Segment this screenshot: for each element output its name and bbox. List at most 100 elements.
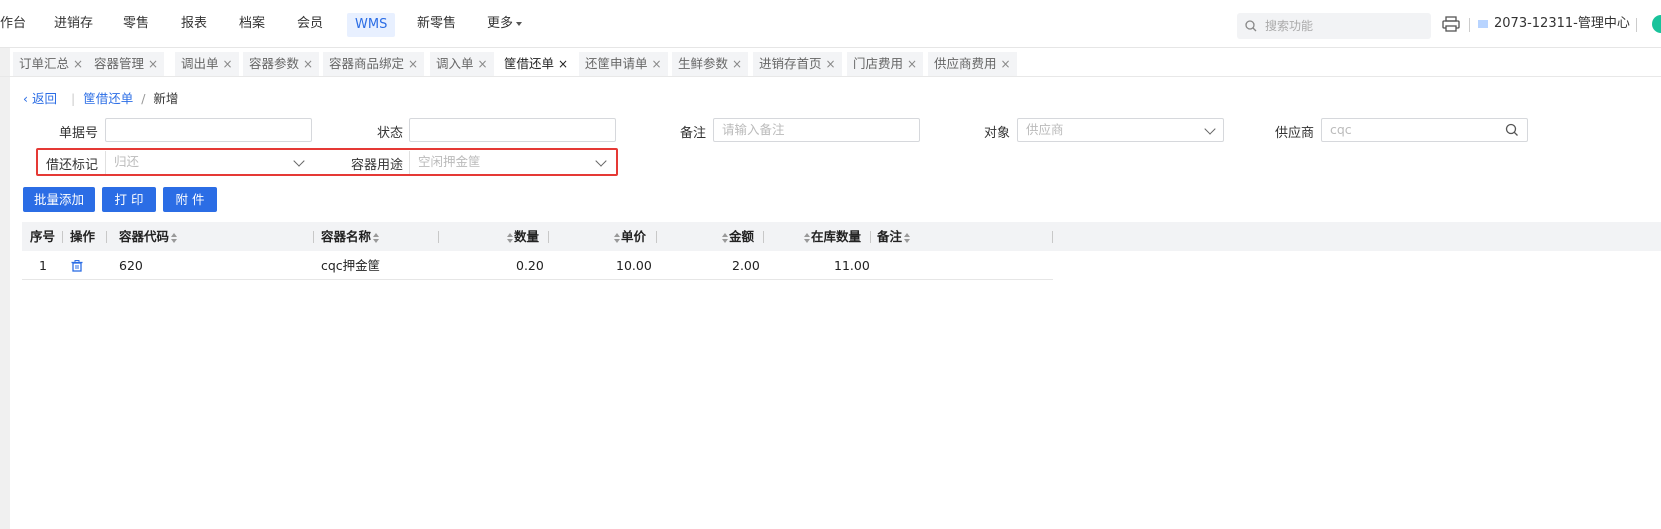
close-icon[interactable]: × (826, 57, 836, 71)
supplier-field[interactable]: cqc (1321, 118, 1528, 142)
table-header: 序号 操作 容器代码 容器名称 数量 单价 金额 在库数量 备注 (22, 222, 1661, 251)
doc-no-label: 单据号 (58, 126, 98, 141)
tab-label: 容器管理 (94, 56, 145, 71)
print-button[interactable]: 打 印 (102, 187, 156, 212)
divider (106, 231, 107, 243)
top-nav: 作台 进销存 零售 报表 档案 会员 WMS 新零售 更多 搜索功能 2073-… (0, 0, 1661, 48)
sort-icon[interactable] (803, 232, 810, 243)
nav-item-more[interactable]: 更多 (487, 0, 522, 48)
close-icon[interactable]: × (478, 57, 488, 71)
cell-container-code: 620 (119, 258, 143, 273)
close-icon[interactable]: × (408, 57, 418, 71)
col-stock[interactable]: 在库数量 (802, 222, 861, 251)
nav-item-new-retail[interactable]: 新零售 (417, 0, 456, 48)
tab-container-binding[interactable]: 容器商品绑定 × (323, 52, 425, 76)
nav-item-wms[interactable]: WMS (347, 13, 396, 37)
tab-label: 还筐申请单 (585, 56, 648, 71)
printer-icon[interactable] (1442, 16, 1460, 32)
divider (548, 231, 549, 243)
tab-label: 筐借还单 (504, 56, 555, 71)
tab-basket-return-request[interactable]: 还筐申请单 × (579, 52, 668, 76)
tab-supplier-expenses[interactable]: 供应商费用 × (928, 52, 1017, 76)
target-select[interactable]: 供应商 (1017, 118, 1224, 142)
tab-label: 门店费用 (853, 56, 904, 71)
divider (313, 231, 314, 243)
status-label: 状态 (376, 126, 403, 141)
sort-icon[interactable] (721, 232, 728, 243)
cell-qty[interactable]: 0.20 (516, 251, 544, 280)
search-icon[interactable] (1505, 123, 1519, 137)
tab-transfer-in[interactable]: 调入单 × (430, 52, 494, 76)
search-input[interactable]: 搜索功能 (1237, 13, 1431, 39)
close-icon[interactable]: × (907, 57, 917, 71)
col-label: 备注 (877, 229, 903, 244)
tab-label: 容器参数 (249, 56, 300, 71)
col-amount[interactable]: 金额 (720, 222, 754, 251)
tab-container-management[interactable]: 容器管理 × (88, 52, 165, 76)
tab-order-summary[interactable]: 订单汇总 × (13, 52, 90, 76)
col-remark[interactable]: 备注 (877, 222, 911, 251)
tab-inventory-home[interactable]: 进销存首页 × (753, 52, 842, 76)
tab-label: 容器商品绑定 (329, 56, 405, 71)
sort-icon[interactable] (506, 232, 513, 243)
batch-add-button[interactable]: 批量添加 (23, 187, 95, 212)
nav-item-retail[interactable]: 零售 (123, 0, 149, 48)
store-label: 2073-12311-管理中心 (1494, 16, 1630, 31)
sort-icon[interactable] (613, 232, 620, 243)
divider (1052, 231, 1053, 243)
nav-item-archives[interactable]: 档案 (239, 0, 265, 48)
trash-icon[interactable] (71, 260, 83, 272)
breadcrumb-current: 新增 (153, 91, 179, 106)
attachment-button[interactable]: 附 件 (163, 187, 217, 212)
nav-item-workbench[interactable]: 作台 (0, 0, 26, 48)
tab-fresh-params[interactable]: 生鲜参数 × (672, 52, 749, 76)
close-icon[interactable]: × (223, 57, 233, 71)
close-icon[interactable]: × (73, 57, 83, 71)
cell-price: 10.00 (616, 258, 652, 273)
close-icon[interactable]: × (1001, 57, 1011, 71)
remark-placeholder: 请输入备注 (722, 122, 785, 137)
nav-item-members[interactable]: 会员 (297, 0, 323, 48)
close-icon[interactable]: × (558, 57, 568, 71)
col-label: 容器名称 (321, 229, 372, 244)
divider (1469, 18, 1470, 32)
cell-seq: 1 (39, 258, 47, 273)
col-container-code[interactable]: 容器代码 (119, 222, 178, 251)
col-container-name[interactable]: 容器名称 (321, 222, 380, 251)
breadcrumb: ‹ 返回 | 筐借还单 / 新增 (23, 88, 178, 107)
sort-icon[interactable] (372, 232, 380, 243)
remark-input[interactable]: 请输入备注 (713, 118, 920, 142)
store-icon (1478, 19, 1488, 28)
col-qty[interactable]: 数量 (505, 222, 539, 251)
tab-label: 进销存首页 (759, 56, 822, 71)
status-field[interactable] (409, 118, 616, 142)
close-icon[interactable]: × (148, 57, 158, 71)
tab-store-expenses[interactable]: 门店费用 × (847, 52, 924, 76)
nav-item-inventory[interactable]: 进销存 (54, 0, 93, 48)
store-selector[interactable]: 2073-12311-管理中心 (1478, 0, 1630, 48)
search-icon (1245, 20, 1257, 32)
close-icon[interactable]: × (303, 57, 313, 71)
doc-no-field[interactable] (105, 118, 312, 142)
user-avatar[interactable] (1652, 15, 1661, 33)
close-icon[interactable]: × (732, 57, 742, 71)
breadcrumb-parent[interactable]: 筐借还单 (83, 91, 133, 106)
page-tabs: 订单汇总 × 容器管理 × 调出单 × 容器参数 × 容器商品绑定 × 调入单 × 筐借还单… (0, 52, 1661, 76)
divider (763, 231, 764, 243)
col-label: 在库数量 (811, 229, 862, 244)
divider (870, 231, 871, 243)
back-button[interactable]: ‹ 返回 (23, 91, 57, 106)
nav-item-reports[interactable]: 报表 (181, 0, 207, 48)
col-label: 金额 (729, 229, 755, 244)
col-action: 操作 (70, 229, 96, 244)
sort-icon[interactable] (170, 232, 178, 243)
breadcrumb-sep: / (141, 91, 146, 106)
close-icon[interactable]: × (652, 57, 662, 71)
col-price[interactable]: 单价 (612, 222, 646, 251)
tab-container-params[interactable]: 容器参数 × (243, 52, 320, 76)
sort-icon[interactable] (903, 232, 911, 243)
tab-basket-borrow-return[interactable]: 筐借还单 × (498, 52, 575, 76)
tab-transfer-out[interactable]: 调出单 × (175, 52, 239, 76)
col-seq: 序号 (30, 229, 56, 244)
back-label: 返回 (31, 91, 57, 106)
